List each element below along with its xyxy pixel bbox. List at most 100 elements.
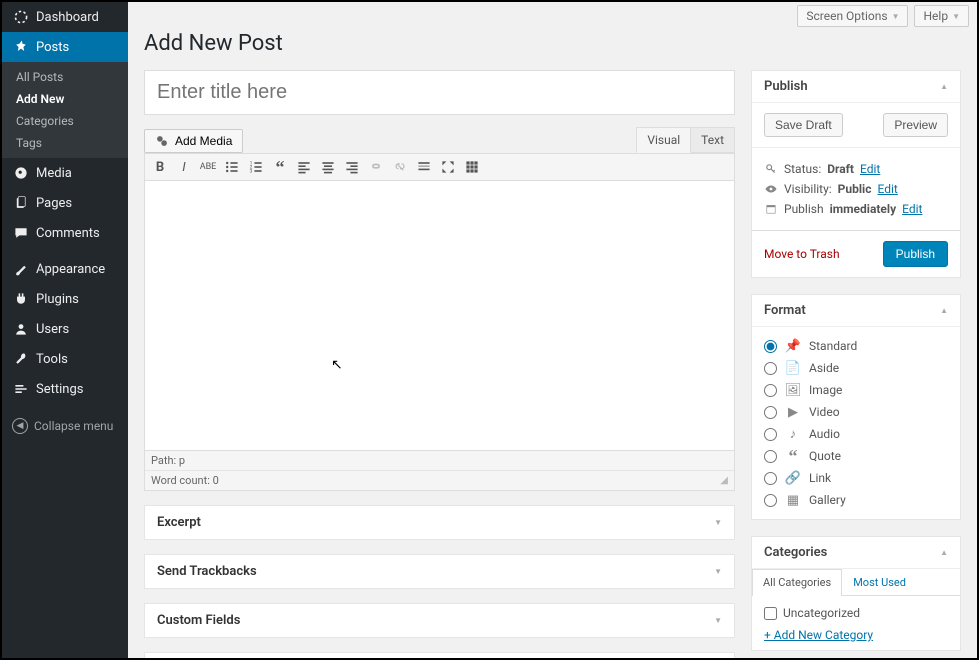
wrench-icon [12,350,30,368]
metabox-discussion-toggle[interactable]: Discussion▼ [145,653,734,658]
metabox-custom-fields-toggle[interactable]: Custom Fields▼ [145,604,734,637]
screen-options-button[interactable]: Screen Options▼ [797,5,908,27]
menu-settings[interactable]: Settings [2,374,128,404]
panel-publish-toggle[interactable]: Publish▲ [752,71,960,103]
status-edit-link[interactable]: Edit [860,162,880,176]
media-icon [12,164,30,182]
gallery-icon: ▦ [785,492,801,508]
panel-format-toggle[interactable]: Format ▲ [752,295,960,327]
menu-tools[interactable]: Tools [2,344,128,374]
format-gallery-radio[interactable] [764,494,777,507]
help-label: Help [923,9,948,23]
format-standard-radio[interactable] [764,340,777,353]
menu-label: Tools [36,352,68,367]
resize-grip-icon[interactable]: ◢ [720,475,728,486]
menu-users[interactable]: Users [2,314,128,344]
metabox-custom-fields: Custom Fields▼ [144,603,735,638]
chevron-up-icon: ▲ [940,306,948,315]
collapse-label: Collapse menu [34,419,113,433]
collapse-menu[interactable]: ◀ Collapse menu [2,410,128,442]
main-content: Screen Options▼ Help▼ Add New Post Add M… [128,2,977,658]
align-left-button[interactable] [293,156,315,178]
svg-text:3: 3 [250,169,253,175]
chevron-up-icon: ▲ [940,82,948,91]
document-icon: 📄 [785,360,801,376]
bold-button[interactable]: B [149,156,171,178]
format-label: Standard [809,339,857,353]
chevron-left-icon: ◀ [12,418,28,434]
screen-options-label: Screen Options [806,9,887,23]
panel-categories-toggle[interactable]: Categories▲ [752,537,960,569]
metabox-excerpt-toggle[interactable]: Excerpt▼ [145,506,734,539]
strike-button[interactable]: ABE [197,156,219,178]
menu-comments[interactable]: Comments [2,218,128,248]
path-value: p [179,454,185,467]
format-image-radio[interactable] [764,384,777,397]
pointer-icon: ↖ [331,357,343,373]
move-to-trash-link[interactable]: Move to Trash [764,247,840,261]
pages-icon [12,194,30,212]
submenu-all-posts[interactable]: All Posts [2,66,128,88]
link-icon: 🔗 [785,470,801,486]
menu-appearance[interactable]: Appearance [2,254,128,284]
preview-button[interactable]: Preview [883,113,948,137]
pin-icon [12,38,30,56]
page-title: Add New Post [128,31,977,56]
menu-label: Settings [36,382,83,397]
fullscreen-button[interactable] [437,156,459,178]
menu-label: Posts [36,40,69,55]
number-list-button[interactable]: 123 [245,156,267,178]
tab-visual[interactable]: Visual [636,127,691,153]
unlink-button[interactable] [389,156,411,178]
save-draft-button[interactable]: Save Draft [764,113,843,137]
add-media-label: Add Media [175,134,232,148]
tab-text[interactable]: Text [691,127,735,153]
tab-all-categories[interactable]: All Categories [752,569,842,596]
add-new-category-link[interactable]: + Add New Category [764,622,948,642]
menu-posts[interactable]: Posts [2,32,128,62]
visibility-edit-link[interactable]: Edit [877,182,897,196]
format-video-radio[interactable] [764,406,777,419]
bullet-list-button[interactable] [221,156,243,178]
editor-content[interactable]: ↖ [144,181,735,451]
menu-media[interactable]: Media [2,158,128,188]
key-icon [764,162,778,176]
publish-edit-link[interactable]: Edit [902,202,922,216]
blockquote-button[interactable]: “ [269,156,291,178]
link-button[interactable] [365,156,387,178]
publish-button[interactable]: Publish [883,241,948,267]
italic-button[interactable]: I [173,156,195,178]
format-quote-radio[interactable] [764,450,777,463]
menu-plugins[interactable]: Plugins [2,284,128,314]
panel-title: Format [764,303,806,318]
menu-pages[interactable]: Pages [2,188,128,218]
top-bar: Screen Options▼ Help▼ [128,2,977,27]
menu-label: Users [36,322,69,337]
audio-icon: ♪ [785,426,801,442]
tab-most-used[interactable]: Most Used [842,569,917,595]
format-audio-radio[interactable] [764,428,777,441]
format-link-radio[interactable] [764,472,777,485]
help-button[interactable]: Help▼ [914,5,969,27]
visibility-label: Visibility: [784,182,832,196]
align-right-button[interactable] [341,156,363,178]
chevron-up-icon: ▲ [940,548,948,557]
menu-label: Pages [36,196,72,211]
metabox-trackbacks-toggle[interactable]: Send Trackbacks▼ [145,555,734,588]
submenu-add-new[interactable]: Add New [2,88,128,110]
submenu-tags[interactable]: Tags [2,132,128,154]
chevron-down-icon: ▼ [714,616,722,625]
post-title-input[interactable] [144,70,735,115]
menu-dashboard[interactable]: Dashboard [2,2,128,32]
category-uncategorized-checkbox[interactable] [764,607,777,620]
video-icon: ▶ [785,404,801,420]
publish-label: Publish [784,202,824,216]
format-aside-radio[interactable] [764,362,777,375]
submenu-categories[interactable]: Categories [2,110,128,132]
kitchensink-button[interactable] [461,156,483,178]
align-center-button[interactable] [317,156,339,178]
editor-footer: Path: p Word count: 0 ◢ [144,451,735,491]
format-label: Audio [809,427,840,441]
add-media-button[interactable]: Add Media [144,129,243,153]
more-button[interactable] [413,156,435,178]
